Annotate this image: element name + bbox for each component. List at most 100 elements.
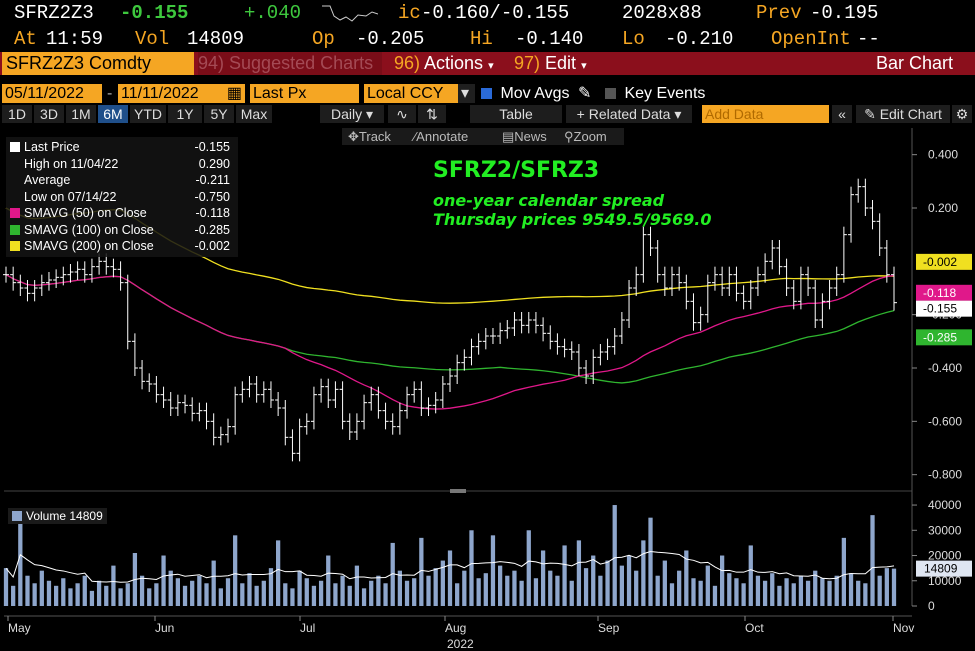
volume-bar [605, 560, 610, 606]
legend-item[interactable]: Last Price -0.155 [10, 139, 234, 155]
legend-item[interactable]: SMAVG (50) on Close -0.118 [10, 205, 234, 221]
price-bar [618, 312, 625, 344]
volume-bar [455, 583, 460, 606]
volume-bar [290, 588, 295, 606]
track-tool[interactable]: ✥ Track [348, 128, 391, 145]
volume-bar [197, 575, 202, 606]
annotate-tool[interactable]: ∕ Annotate [414, 128, 468, 145]
volume-bar [512, 570, 517, 606]
price-bar [611, 328, 618, 355]
price-bar [805, 266, 812, 296]
axis-value-tag: -0.155 [916, 300, 972, 317]
price-bar [726, 266, 733, 296]
volume-bar [161, 555, 166, 606]
legend-item[interactable]: Average -0.211 [10, 172, 234, 188]
price-bar [310, 386, 317, 430]
volume-bar [147, 588, 152, 606]
volume-bar [68, 588, 73, 606]
volume-bar [791, 583, 796, 606]
price-bar [346, 413, 353, 440]
price-bar [153, 376, 160, 403]
price-bar [332, 381, 339, 408]
price-bar [769, 240, 776, 270]
x-tick-label: Nov [893, 621, 914, 635]
price-bar [217, 426, 224, 446]
volume-legend-value: 14809 [69, 509, 103, 523]
vol-y-tick-label: 20000 [928, 549, 962, 563]
legend-label: SMAVG (200) on Close [24, 239, 154, 253]
legend-item[interactable]: Low on 07/14/22 -0.750 [10, 189, 234, 205]
volume-bar [275, 540, 281, 606]
volume-bar [32, 583, 37, 606]
volume-bar [784, 578, 789, 606]
price-bar [711, 266, 718, 291]
price-bar [382, 402, 389, 430]
price-bar [174, 394, 181, 416]
zoom-tool[interactable]: ⚲ Zoom [564, 128, 607, 145]
volume-bar [634, 570, 639, 606]
volume-bar [777, 585, 782, 606]
volume-bar [576, 540, 582, 606]
volume-bar [190, 580, 195, 606]
price-bar [182, 394, 189, 414]
volume-bar [533, 578, 539, 606]
price-bar [504, 320, 511, 339]
price-bar [848, 186, 855, 243]
price-bar [17, 274, 24, 296]
legend-value: -0.155 [194, 140, 230, 154]
volume-bar [283, 583, 288, 606]
volume-legend-label: Volume [26, 509, 67, 523]
volume-bar [505, 575, 510, 606]
price-bar [53, 269, 60, 288]
volume-bar [154, 583, 159, 606]
volume-bar [53, 585, 59, 606]
news-tool[interactable]: ▤ News [502, 128, 547, 145]
volume-bar [82, 575, 87, 606]
volume-bar [39, 570, 44, 606]
volume-bar [211, 560, 216, 606]
volume-bar [827, 580, 832, 606]
volume-bar [254, 585, 259, 606]
price-bar [361, 394, 368, 430]
volume-y-axis: 400003000020000100000 [912, 498, 962, 613]
price-bar [797, 266, 804, 310]
volume-bar [318, 580, 324, 606]
volume-bar [476, 578, 481, 606]
price-bar [160, 386, 167, 408]
price-bar [819, 293, 826, 328]
volume-bar [490, 535, 496, 606]
legend-swatch [10, 159, 20, 169]
volume-legend: Volume 14809 [8, 508, 107, 524]
annotation-line1: one-year calendar spread [433, 191, 665, 210]
price-bar [733, 266, 740, 302]
volume-bar [841, 537, 847, 606]
x-axis: May Jun Jul Aug Sep Oct Nov 2022 [7, 616, 914, 651]
volume-bar [762, 580, 768, 606]
price-bar [418, 381, 425, 416]
legend-item[interactable]: SMAVG (100) on Close -0.285 [10, 222, 234, 238]
legend-label: SMAVG (50) on Close [24, 206, 147, 220]
volume-bar [856, 580, 861, 606]
price-bar [776, 240, 783, 275]
legend-item[interactable]: SMAVG (200) on Close -0.002 [10, 238, 234, 254]
chart-legend: Last Price -0.155 High on 11/04/22 0.290 Ave… [6, 137, 238, 257]
volume-bar [612, 505, 617, 606]
price-bar [339, 381, 346, 430]
price-bar [840, 226, 847, 283]
price-bar [325, 378, 332, 408]
volume-bar [233, 535, 238, 606]
axis-value-tag-label: -0.002 [923, 255, 957, 269]
price-bar [389, 413, 396, 435]
volume-bar [669, 583, 675, 606]
legend-item[interactable]: High on 11/04/22 0.290 [10, 156, 234, 172]
price-bar [375, 386, 382, 419]
price-bar [368, 386, 375, 411]
volume-bar [741, 583, 746, 606]
volume-bar [641, 540, 646, 606]
volume-bar [677, 570, 682, 606]
axis-value-tag: -0.002 [916, 253, 972, 270]
price-bar [203, 402, 210, 430]
price-bar [239, 381, 246, 403]
legend-label: Low on 07/14/22 [24, 189, 117, 204]
price-bar [826, 280, 833, 310]
